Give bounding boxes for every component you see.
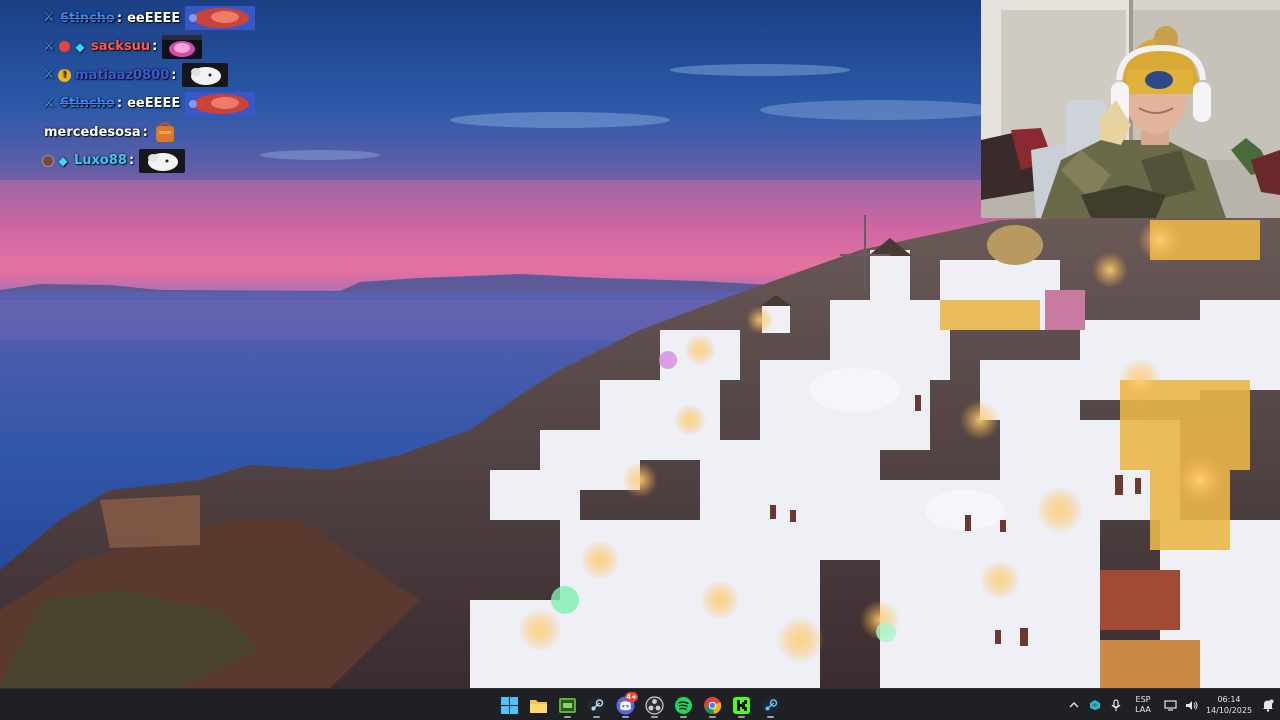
notification-count-badge: 4+ [625,692,638,702]
chat-message-text: eeEEEE [127,10,181,26]
chat-username[interactable]: 6tincho [60,96,115,111]
white-dog-emote [139,148,186,173]
pink-face-emote [162,34,203,59]
chat-username[interactable]: mercedesosa [44,125,141,140]
webcam-overlay [981,0,1280,218]
gem-badge-icon: ◆ [75,39,85,54]
red-dot-badge-icon [59,41,70,53]
taskbar-clock[interactable]: 06:14 14/10/2025 [1202,694,1256,716]
red-face-emote [185,91,256,116]
taskbar-app-list: 4+ [497,692,783,718]
chat-colon: : [128,153,135,169]
kick-icon[interactable] [729,692,754,718]
chat-colon: : [116,10,123,26]
red-face-emote [185,6,256,31]
steam-icon[interactable] [584,692,609,718]
stream-chat-overlay: ⚔ 6tincho: eeEEEE ⚔ ◆ sacksuu: ⚔! matiaaz0800: ⚔… [42,4,302,175]
chat-message: ⚔ ◆ sacksuu: [42,33,302,62]
chat-colon: : [171,67,177,83]
obs-icon[interactable] [642,692,667,718]
chat-username[interactable]: Luxo88 [74,153,127,168]
chat-message: ⚔ 6tincho: eeEEEE [42,4,302,33]
chrome-icon[interactable] [700,692,725,718]
input-language-indicator[interactable]: ESP LAA [1126,695,1160,715]
spotify-icon[interactable] [671,692,696,718]
sword-badge-icon: ⚔ [43,10,55,26]
clock-date: 14/10/2025 [1205,706,1253,715]
keyboard-layout-code: LAA [1135,705,1151,714]
avatar-badge-icon [42,154,54,167]
network-icon[interactable] [1160,689,1181,720]
notification-bell-icon[interactable] [1256,689,1280,720]
system-tray: ESP LAA 06:14 14/10/2025 [1063,689,1280,720]
show-hidden-icons-chevron-icon[interactable] [1063,689,1084,720]
chat-message: ⚔ 6tincho: eeEEEE [42,90,302,119]
discord-icon[interactable]: 4+ [613,692,638,718]
clock-time: 06:14 [1217,695,1241,704]
white-dog-emote [181,63,228,88]
language-code: ESP [1135,695,1151,704]
sword-badge-icon: ⚔ [43,95,55,111]
chat-colon: : [142,124,148,140]
gem-badge-icon: ◆ [58,153,68,168]
sword-badge-icon: ⚔ [43,38,55,54]
chat-message: mercedesosa: [42,118,302,147]
chat-message-text: eeEEEE [127,96,181,112]
volume-icon[interactable] [1181,689,1202,720]
chat-colon: : [152,39,158,55]
windows-taskbar: 4+ ESP LAA 06:14 14/10/2025 [0,688,1280,720]
chat-username[interactable]: matiaaz0800 [75,68,169,83]
chat-colon: : [116,96,123,112]
chat-message: ◆ Luxo88: [42,147,302,176]
windows-start-icon[interactable] [497,692,522,718]
orange-bag-emote [153,120,177,144]
steam-alt-icon[interactable] [758,692,783,718]
microphone-icon[interactable] [1105,689,1126,720]
sword-badge-icon: ⚔ [43,67,55,83]
file-explorer-icon[interactable] [526,692,551,718]
gold-coin-badge-icon: ! [58,68,71,82]
chat-message: ⚔! matiaaz0800: [42,61,302,90]
chat-username[interactable]: sacksuu [91,39,150,54]
xbox-app-icon[interactable] [555,692,580,718]
security-tray-icon[interactable] [1084,689,1105,720]
chat-username[interactable]: 6tincho [60,11,115,26]
